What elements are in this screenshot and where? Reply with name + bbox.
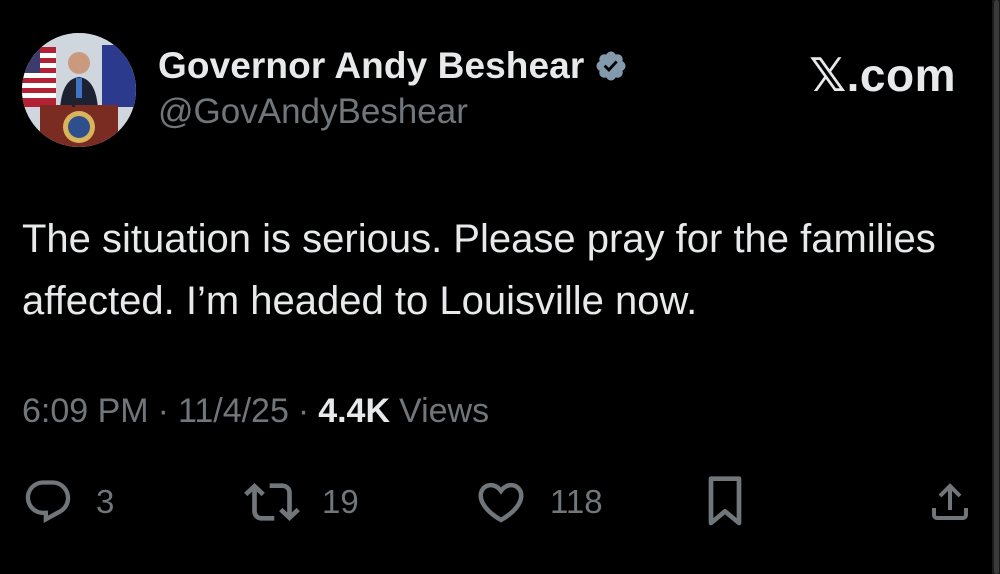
meta-separator: · [157,392,169,430]
bookmark-icon [708,476,742,526]
tweet-action-bar: 3 19 118 [0,472,1000,532]
author-handle[interactable]: @GovAndyBeshear [158,92,468,132]
author-display-name[interactable]: Governor Andy Beshear [158,45,584,87]
tweet-card: Governor Andy Beshear @GovAndyBeshear 𝕏.… [0,0,1000,574]
tweet-metadata: 6:09 PM · 11/4/25 · 4.4K Views [22,392,489,431]
author-name-row: Governor Andy Beshear [158,42,628,90]
meta-separator: · [297,392,310,430]
avatar-photo [22,33,136,147]
bookmark-button[interactable] [705,472,745,532]
tweet-date[interactable]: 11/4/25 [178,392,289,431]
views-label: Views [399,392,490,430]
reply-button[interactable]: 3 [22,472,114,532]
share-button[interactable] [926,472,974,532]
scrollbar[interactable] [992,0,1000,574]
repost-count: 19 [322,483,359,520]
share-icon [932,483,968,520]
reply-count: 3 [96,483,115,520]
reply-icon [25,480,71,524]
tweet-time[interactable]: 6:09 PM [22,392,149,431]
profile-avatar[interactable] [22,33,136,147]
views-count: 4.4K [318,392,391,430]
heart-icon [478,482,524,523]
scrollbar-thumb[interactable] [994,0,999,574]
tweet-text: The situation is serious. Please pray fo… [22,217,936,323]
x-com-watermark: 𝕏.com [809,49,956,101]
repost-icon [244,483,300,521]
like-button[interactable]: 118 [474,472,603,532]
repost-button[interactable]: 19 [244,472,359,532]
verified-badge-icon [594,49,628,83]
like-count: 118 [550,483,603,520]
